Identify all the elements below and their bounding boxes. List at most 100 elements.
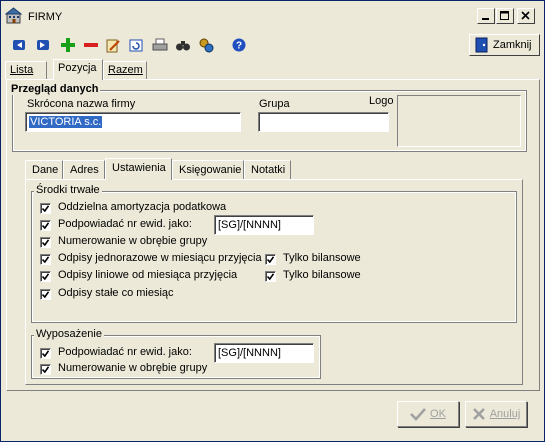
- toolbar: ?: [1, 32, 544, 59]
- tab-ksiegowanie-label: Księgowanie: [179, 164, 242, 176]
- fixed-assets-legend: Środki trwałe: [34, 184, 102, 196]
- check-icon: [267, 256, 274, 263]
- minimize-button[interactable]: [477, 8, 495, 24]
- check-icon: [42, 366, 49, 373]
- ok-label: OK: [430, 408, 446, 420]
- checkbox-separate-tax-amortization[interactable]: [40, 203, 51, 214]
- help-icon: ?: [232, 38, 246, 52]
- tab-dane[interactable]: Dane: [25, 160, 63, 179]
- tab-ustawienia-label: Ustawienia: [112, 162, 166, 174]
- tab-lista[interactable]: Lista: [5, 61, 47, 79]
- add-button[interactable]: [59, 36, 77, 54]
- app-building-icon: [4, 7, 23, 25]
- overview-title: Przegląd danych: [9, 83, 101, 95]
- tab-adres[interactable]: Adres: [63, 160, 105, 179]
- tab-razem[interactable]: Razem: [103, 61, 147, 79]
- close-form-button[interactable]: Zamknij: [469, 34, 540, 56]
- check-icon: [42, 205, 49, 212]
- minimize-icon: [482, 18, 489, 20]
- label-separate-tax-amortization: Oddzielna amortyzacja podatkowa: [58, 201, 227, 213]
- logo-image-box[interactable]: [397, 95, 521, 147]
- logo-label: Logo: [369, 95, 394, 107]
- exit-door-icon: [475, 37, 488, 53]
- tab-adres-label: Adres: [70, 164, 99, 176]
- equipment-number-pattern-input[interactable]: [SG]/[NNNN]: [214, 343, 314, 363]
- inventory-number-pattern-input[interactable]: [SG]/[NNNN]: [214, 215, 314, 235]
- label-linear-writeoff: Odpisy liniowe od miesiąca przyjęcia: [58, 269, 238, 281]
- tab-ustawienia[interactable]: Ustawienia: [105, 158, 172, 180]
- close-icon: [521, 11, 530, 20]
- first-record-button[interactable]: [10, 36, 28, 54]
- ok-button[interactable]: OK: [397, 401, 459, 427]
- edit-icon: [106, 39, 120, 53]
- check-icon: [42, 222, 49, 229]
- short-name-input[interactable]: VICTORIA s.c.: [25, 112, 241, 132]
- label-equipment-numbering-within-group: Numerowanie w obrębie grupy: [58, 362, 208, 374]
- check-icon: [42, 350, 49, 357]
- label-one-time-writeoff: Odpisy jednorazowe w miesiącu przyjęcia: [58, 252, 262, 264]
- checkbox-linear-writeoff[interactable]: [40, 271, 51, 282]
- refresh-icon: [129, 39, 143, 52]
- edit-button[interactable]: [104, 36, 122, 54]
- check-icon: [42, 273, 49, 280]
- help-button[interactable]: ?: [230, 36, 248, 54]
- checkbox-equipment-suggest-number[interactable]: [40, 348, 51, 359]
- print-button[interactable]: [151, 36, 169, 54]
- check-icon: [42, 291, 49, 298]
- checkbox-one-time-balance-only[interactable]: [265, 254, 276, 265]
- window-title: FIRMY: [28, 11, 63, 23]
- group-label: Grupa: [259, 98, 290, 110]
- checkbox-suggest-inventory-number[interactable]: [40, 220, 51, 231]
- next-icon: [37, 40, 49, 50]
- cancel-x-icon: [472, 408, 485, 420]
- label-one-time-balance-only: Tylko bilansowe: [283, 252, 361, 264]
- find-button[interactable]: [174, 36, 192, 54]
- settings-button[interactable]: [197, 36, 215, 54]
- cancel-label: Anuluj: [489, 408, 521, 420]
- checkbox-linear-balance-only[interactable]: [265, 271, 276, 282]
- equipment-legend: Wyposażenie: [34, 328, 104, 340]
- tab-lista-label: Lista: [10, 64, 34, 76]
- tab-pozycja-label: Pozycja: [58, 62, 97, 74]
- maximize-button[interactable]: [496, 8, 514, 24]
- tab-pozycja[interactable]: Pozycja: [53, 59, 103, 80]
- label-equipment-suggest-number: Podpowiadać nr ewid. jako:: [58, 346, 192, 358]
- tab-ksiegowanie[interactable]: Księgowanie: [172, 160, 244, 179]
- tab-notatki-label: Notatki: [251, 164, 286, 176]
- label-fixed-monthly-writeoff: Odpisy stałe co miesiąc: [58, 287, 174, 299]
- app-window: FIRMY ? Zamknij Lista Pozycja Razem Prze…: [0, 0, 545, 442]
- delete-icon: [84, 43, 98, 47]
- label-suggest-inventory-number: Podpowiadać nr ewid. jako:: [58, 218, 192, 230]
- checkbox-fixed-monthly-writeoff[interactable]: [40, 289, 51, 300]
- inventory-number-pattern-value: [SG]/[NNNN]: [218, 219, 281, 231]
- find-icon: [176, 41, 190, 51]
- short-name-label: Skrócona nazwa firmy: [27, 98, 136, 110]
- group-input[interactable]: [258, 112, 389, 132]
- next-record-button[interactable]: [34, 36, 52, 54]
- checkbox-one-time-writeoff[interactable]: [40, 254, 51, 265]
- check-icon: [42, 256, 49, 263]
- first-icon: [13, 40, 25, 50]
- print-icon: [152, 38, 168, 51]
- equipment-number-pattern-value: [SG]/[NNNN]: [218, 347, 281, 359]
- svg-text:?: ?: [236, 41, 242, 52]
- check-icon: [42, 239, 49, 246]
- tab-notatki[interactable]: Notatki: [244, 160, 291, 179]
- close-window-button[interactable]: [517, 8, 535, 24]
- checkmark-icon: [410, 408, 426, 421]
- maximize-icon: [500, 11, 509, 20]
- title-bar: FIRMY: [1, 1, 544, 30]
- refresh-button[interactable]: [127, 36, 145, 54]
- settings-icon: [199, 38, 214, 53]
- short-name-value: VICTORIA s.c.: [29, 116, 103, 128]
- tab-razem-label: Razem: [108, 64, 143, 76]
- checkbox-equipment-numbering-within-group[interactable]: [40, 364, 51, 375]
- tab-dane-label: Dane: [32, 164, 59, 176]
- delete-button[interactable]: [82, 36, 100, 54]
- checkbox-numbering-within-group[interactable]: [40, 237, 51, 248]
- label-numbering-within-group: Numerowanie w obrębie grupy: [58, 235, 208, 247]
- close-form-label: Zamknij: [493, 39, 532, 51]
- check-icon: [267, 273, 274, 280]
- add-icon: [61, 38, 75, 52]
- cancel-button[interactable]: Anuluj: [465, 401, 527, 427]
